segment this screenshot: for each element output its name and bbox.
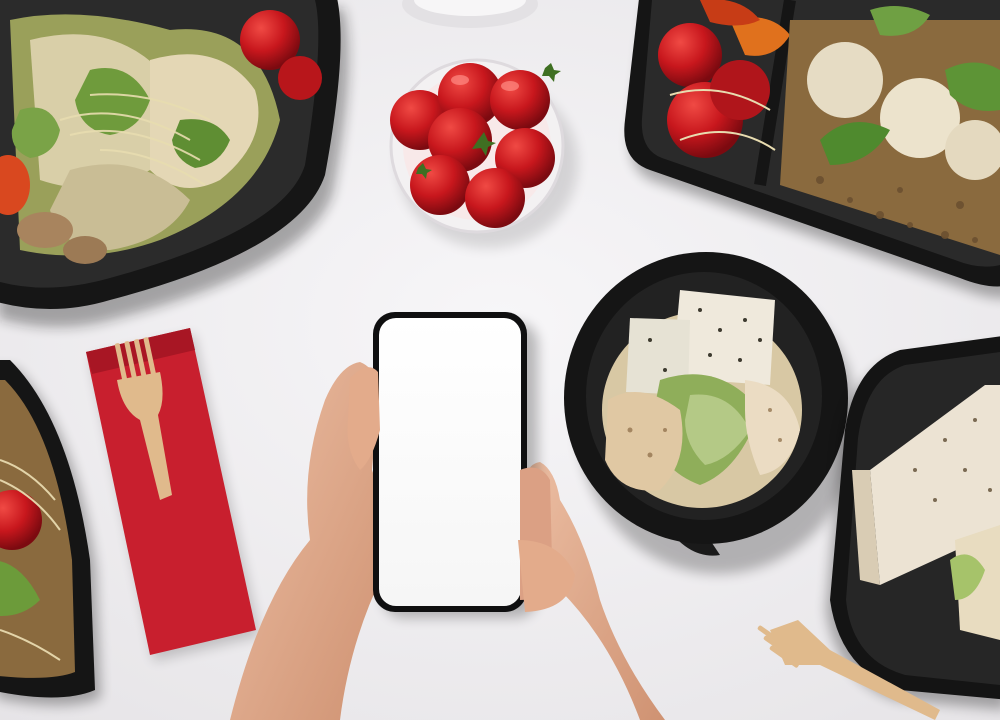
scene-illustration — [0, 0, 1000, 720]
food-delivery-photo — [0, 0, 1000, 720]
phone-screen[interactable] — [379, 318, 521, 606]
